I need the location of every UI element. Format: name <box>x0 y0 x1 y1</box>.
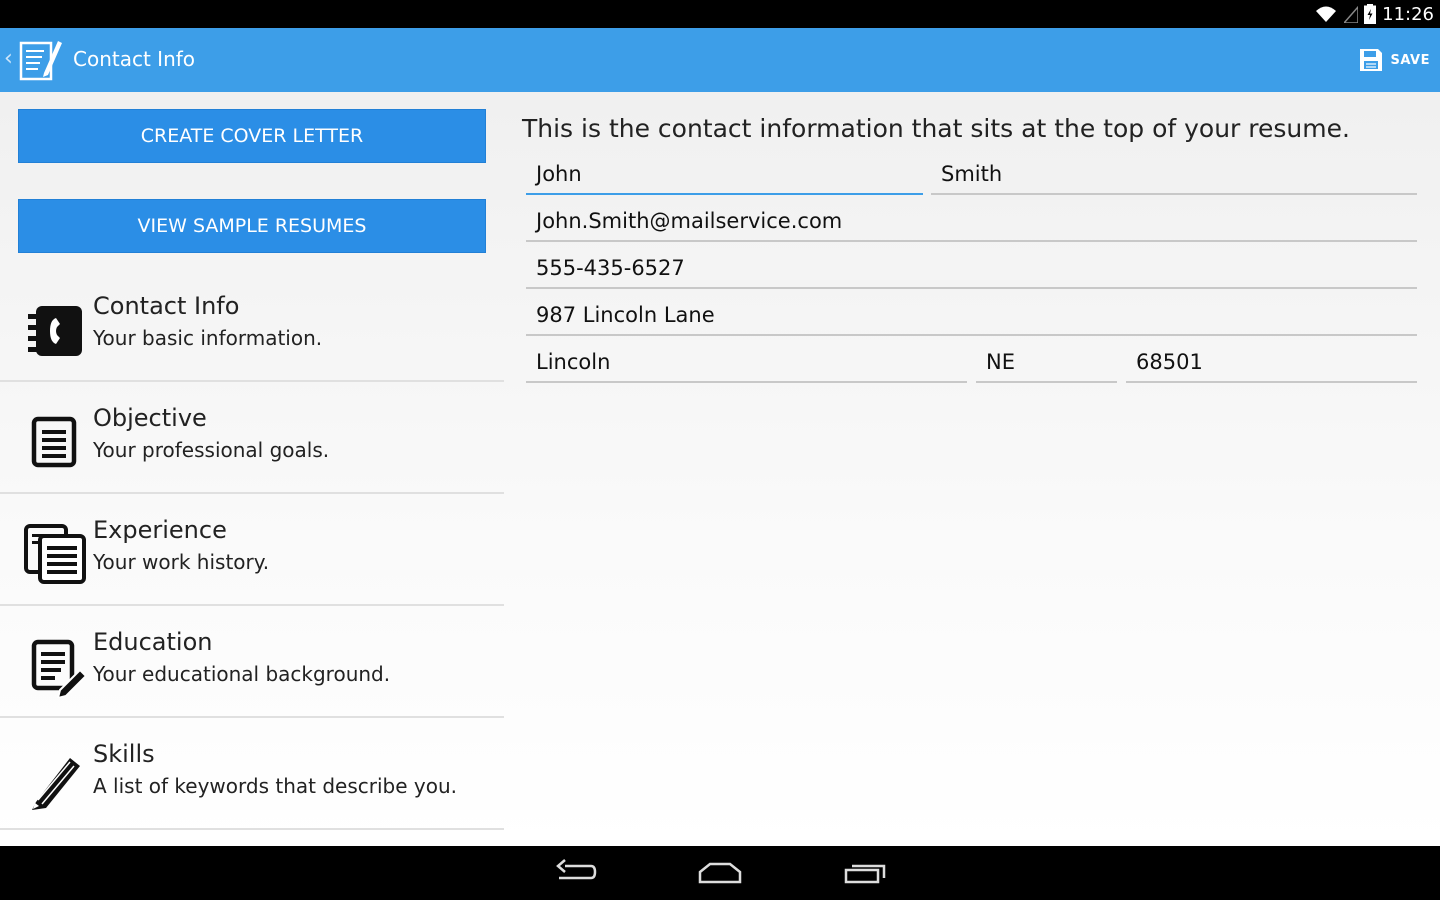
section-title: Skills <box>93 740 155 768</box>
status-bar: 11:26 <box>0 0 1440 28</box>
first-name-field[interactable]: John <box>526 155 923 195</box>
form-intro-text: This is the contact information that sit… <box>522 114 1350 143</box>
save-button[interactable]: SAVE <box>1359 46 1430 74</box>
document-icon <box>31 416 77 468</box>
address-field[interactable]: 987 Lincoln Lane <box>526 296 1417 336</box>
section-title: Education <box>93 628 213 656</box>
section-list: Contact Info Your basic information. Obj… <box>0 270 504 830</box>
section-subtitle: Your work history. <box>93 550 270 574</box>
city-field[interactable]: Lincoln <box>526 343 967 383</box>
status-icons: 11:26 <box>1314 0 1434 28</box>
up-caret-icon[interactable]: ‹ <box>4 46 13 71</box>
zip-field[interactable]: 68501 <box>1126 343 1417 383</box>
contact-book-icon <box>28 306 82 356</box>
home-icon[interactable] <box>698 858 742 888</box>
section-subtitle: A list of keywords that describe you. <box>93 774 457 798</box>
system-navigation-bar <box>0 846 1440 900</box>
save-label: SAVE <box>1390 52 1430 68</box>
contact-form: This is the contact information that sit… <box>504 92 1440 846</box>
state-field[interactable]: NE <box>976 343 1117 383</box>
main-content: CREATE COVER LETTER VIEW SAMPLE RESUMES … <box>0 92 1440 846</box>
signal-icon <box>1344 5 1359 23</box>
documents-stack-icon <box>24 524 86 584</box>
view-sample-resumes-button[interactable]: VIEW SAMPLE RESUMES <box>18 199 486 253</box>
recent-apps-icon[interactable] <box>844 858 888 888</box>
wifi-icon <box>1316 6 1337 22</box>
section-item-objective[interactable]: Objective Your professional goals. <box>0 382 504 494</box>
section-subtitle: Your professional goals. <box>93 438 330 462</box>
section-item-experience[interactable]: Experience Your work history. <box>0 494 504 606</box>
create-cover-letter-button[interactable]: CREATE COVER LETTER <box>18 109 486 163</box>
app-logo-icon[interactable] <box>18 37 64 83</box>
back-icon[interactable] <box>555 858 597 888</box>
section-title: Contact Info <box>93 292 240 320</box>
section-title: Experience <box>93 516 227 544</box>
section-subtitle: Your educational background. <box>93 662 391 686</box>
action-bar: ‹ Contact Info SAVE <box>0 28 1440 92</box>
section-title: Objective <box>93 404 207 432</box>
document-pencil-icon <box>31 639 86 698</box>
section-subtitle: Your basic information. <box>93 326 323 350</box>
clock: 11:26 <box>1382 3 1434 25</box>
page-title: Contact Info <box>73 47 196 71</box>
section-item-skills[interactable]: Skills A list of keywords that describe … <box>0 718 504 830</box>
phone-field[interactable]: 555-435-6527 <box>526 249 1417 289</box>
email-field[interactable]: John.Smith@mailservice.com <box>526 202 1417 242</box>
section-item-contact-info[interactable]: Contact Info Your basic information. <box>0 270 504 382</box>
battery-icon <box>1364 4 1377 24</box>
floppy-disk-icon <box>1359 49 1382 71</box>
last-name-field[interactable]: Smith <box>931 155 1417 195</box>
pencil-icon <box>32 758 80 810</box>
sections-pane: CREATE COVER LETTER VIEW SAMPLE RESUMES … <box>0 92 504 846</box>
section-item-education[interactable]: Education Your educational background. <box>0 606 504 718</box>
